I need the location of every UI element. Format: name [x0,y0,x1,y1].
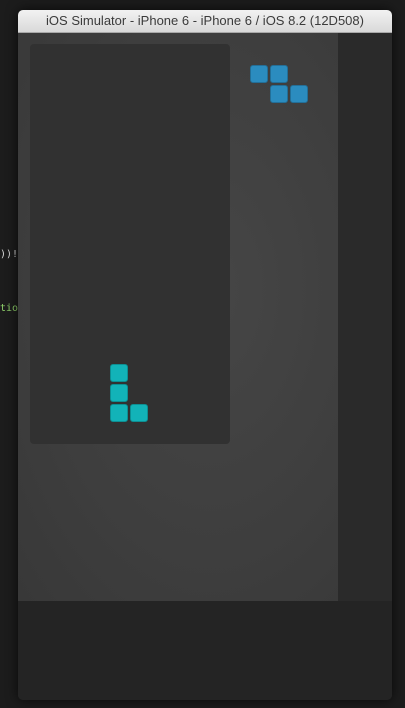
active-piece-block [110,364,128,382]
simulator-bottom-area [18,601,392,700]
active-piece-block [110,384,128,402]
window-title: iOS Simulator - iPhone 6 - iPhone 6 / iO… [18,10,392,33]
editor-code-fragment: tio [0,303,19,314]
next-piece-block [270,85,288,103]
active-piece-block [130,404,148,422]
simulator-side-area [338,33,392,601]
editor-code-fragment: ))! [0,249,19,260]
next-piece-preview [250,65,310,105]
simulator-window: iOS Simulator - iPhone 6 - iPhone 6 / iO… [18,10,392,700]
next-piece-block [270,65,288,83]
active-piece-block [110,404,128,422]
next-piece-block [250,65,268,83]
game-board [30,44,230,444]
next-piece-block [290,85,308,103]
device-screen[interactable] [18,33,338,601]
